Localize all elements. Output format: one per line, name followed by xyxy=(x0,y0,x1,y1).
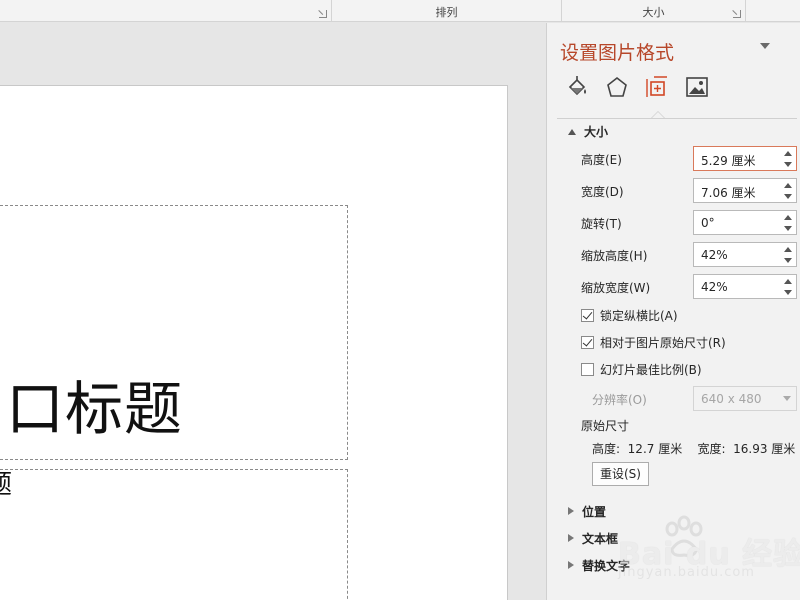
scale-height-label: 缩放高度(H) xyxy=(581,249,648,263)
dialog-launcher-icon[interactable] xyxy=(319,10,327,18)
title-placeholder[interactable]: 口标题 xyxy=(0,205,348,460)
scale-width-value[interactable]: 42% xyxy=(701,280,728,294)
watermark-url: jingyan.baidu.com xyxy=(618,565,755,580)
spinner-arrows-icon[interactable] xyxy=(783,278,793,296)
checkbox-unchecked-icon[interactable] xyxy=(581,363,594,376)
lock-aspect-ratio-checkbox[interactable]: 锁定纵横比(A) xyxy=(581,307,678,324)
resolution-dropdown: 640 x 480 xyxy=(693,386,797,411)
width-label: 宽度(D) xyxy=(581,185,624,199)
slide-workspace: 口标题 题 xyxy=(0,23,546,600)
spinner-arrows-icon[interactable] xyxy=(783,150,793,168)
original-size-values: 高度: 12.7 厘米 宽度: 16.93 厘米 xyxy=(592,442,796,456)
section-label: 位置 xyxy=(582,505,607,519)
scale-height-spinner[interactable]: 42% xyxy=(693,242,797,267)
collapsed-triangle-icon xyxy=(568,561,574,569)
scale-width-spinner[interactable]: 42% xyxy=(693,274,797,299)
spinner-arrows-icon[interactable] xyxy=(783,182,793,200)
ribbon-group-label: 排列 xyxy=(435,6,458,19)
spinner-arrows-icon[interactable] xyxy=(783,246,793,264)
size-properties-icon[interactable] xyxy=(644,75,670,99)
checkbox-checked-icon[interactable] xyxy=(581,309,594,322)
dialog-launcher-icon[interactable] xyxy=(733,10,741,18)
checkbox-label: 相对于图片原始尺寸(R) xyxy=(600,336,726,350)
size-section-header[interactable]: 大小 xyxy=(568,123,608,140)
subtitle-text: 题 xyxy=(0,464,12,501)
height-label: 高度(E) xyxy=(581,153,622,167)
rotation-spinner[interactable]: 0° xyxy=(693,210,797,235)
effects-pentagon-icon[interactable] xyxy=(604,75,630,99)
resolution-value: 640 x 480 xyxy=(701,392,762,406)
pane-options-chevron-icon[interactable] xyxy=(760,43,770,49)
title-text: 口标题 xyxy=(5,375,183,443)
scale-width-label: 缩放宽度(W) xyxy=(581,281,651,295)
resolution-label: 分辨率(O) xyxy=(592,393,647,407)
ribbon-group-size: 大小 xyxy=(562,0,746,22)
checkbox-checked-icon[interactable] xyxy=(581,336,594,349)
rotation-value[interactable]: 0° xyxy=(701,216,715,230)
subtitle-placeholder[interactable]: 题 xyxy=(0,469,348,600)
width-spinner[interactable]: 7.06 厘米 xyxy=(693,178,797,203)
spinner-arrows-icon[interactable] xyxy=(783,214,793,232)
height-value[interactable]: 5.29 厘米 xyxy=(701,152,756,169)
picture-icon[interactable] xyxy=(684,75,710,99)
baidu-watermark: Bai du 经验 jingyan.baidu.com xyxy=(604,515,800,585)
ribbon-group-arrange: 排列 xyxy=(332,0,562,22)
reset-button[interactable]: 重设(S) xyxy=(592,462,649,486)
height-spinner[interactable]: 5.29 厘米 xyxy=(693,146,797,171)
section-label: 大小 xyxy=(584,125,609,139)
position-section-header[interactable]: 位置 xyxy=(568,503,606,520)
best-scale-slideshow-checkbox[interactable]: 幻灯片最佳比例(B) xyxy=(581,361,702,378)
relative-to-original-checkbox[interactable]: 相对于图片原始尺寸(R) xyxy=(581,334,726,351)
active-tab-indicator xyxy=(651,111,665,118)
original-size-header: 原始尺寸 xyxy=(581,419,630,433)
collapsed-triangle-icon xyxy=(568,507,574,515)
ribbon-group-label: 大小 xyxy=(642,6,665,19)
chevron-down-icon xyxy=(783,396,791,401)
ribbon-group-adjust xyxy=(0,0,332,22)
slide-canvas[interactable]: 口标题 题 xyxy=(0,85,508,600)
pane-title: 设置图片格式 xyxy=(560,42,675,64)
collapsed-triangle-icon xyxy=(568,534,574,542)
tab-divider xyxy=(557,118,797,119)
rotation-label: 旋转(T) xyxy=(581,217,622,231)
format-picture-pane: 设置图片格式 大小 高度(E) 5.29 厘米 宽度(D) 7.06 厘米 旋转… xyxy=(546,23,800,600)
ribbon-group-bar: 排列 大小 xyxy=(0,0,800,22)
checkbox-label: 锁定纵横比(A) xyxy=(600,309,678,323)
scale-height-value[interactable]: 42% xyxy=(701,248,728,262)
width-value[interactable]: 7.06 厘米 xyxy=(701,184,756,201)
checkbox-label: 幻灯片最佳比例(B) xyxy=(600,363,702,377)
fill-line-icon[interactable] xyxy=(565,75,591,99)
expanded-triangle-icon xyxy=(568,129,576,135)
